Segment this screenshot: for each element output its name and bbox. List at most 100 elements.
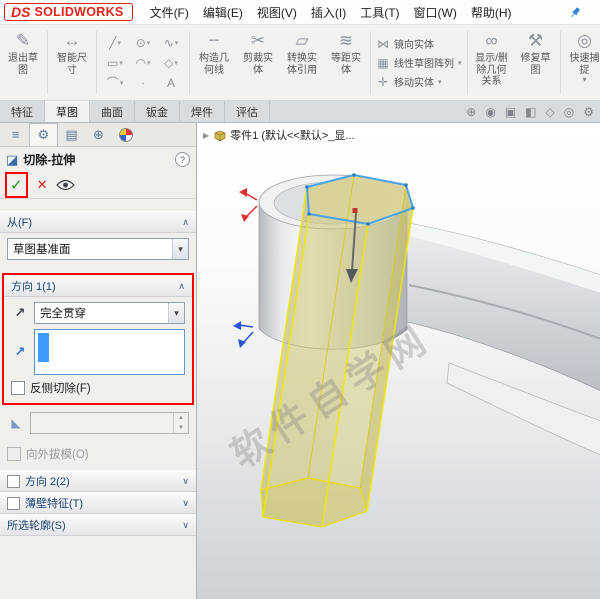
spinner-down-icon: [174, 423, 188, 433]
rectangle-tool-button[interactable]: ▭ ▾: [101, 53, 129, 73]
menu-help[interactable]: 帮助(H): [464, 2, 519, 23]
thin-feature-section-header[interactable]: 薄壁特征(T): [0, 492, 196, 514]
cancel-x-icon: [37, 177, 48, 192]
thin-feature-checkbox[interactable]: [7, 496, 20, 510]
quick-snaps-button[interactable]: ◎ 快速捕 捉 ▾: [563, 27, 600, 98]
tab-surfaces[interactable]: 曲面: [90, 101, 135, 122]
offset-entities-icon: ≋: [338, 31, 354, 50]
point-icon: ∙: [141, 75, 145, 90]
display-delete-relations-button[interactable]: ∞ 显示/删 除几何 关系: [470, 27, 514, 98]
ok-button[interactable]: [10, 176, 23, 194]
draft-angle-icon: [7, 416, 25, 430]
zoom-fit-icon[interactable]: ⊕: [466, 106, 476, 118]
cancel-button[interactable]: [37, 177, 48, 193]
start-condition-select[interactable]: 草图基准面: [7, 238, 189, 260]
selection-bar: [38, 333, 49, 362]
panel-spacer: [0, 199, 196, 211]
breadcrumb-text: 零件1 (默认<<默认>_显...: [230, 130, 355, 142]
direction-reference-icon: [11, 343, 29, 361]
tab-dimxpert[interactable]: ⊕: [85, 123, 112, 146]
menu-insert[interactable]: 插入(I): [304, 2, 353, 23]
preview-eye-button[interactable]: [56, 179, 76, 191]
draft-outward-label: 向外拔模(O): [26, 449, 89, 461]
help-icon[interactable]: ?: [175, 152, 190, 167]
end-condition-value: 完全贯穿: [40, 308, 86, 320]
draft-row: [0, 412, 196, 434]
direction2-checkbox[interactable]: [7, 474, 20, 488]
direction1-section-header[interactable]: 方向 1(1): [4, 275, 192, 297]
checkbox-icon: [7, 447, 21, 461]
ribbon-separator: [370, 31, 371, 94]
tab-configuration-manager[interactable]: ▤: [58, 123, 85, 146]
flyout-arrow-icon: ▾: [146, 39, 151, 47]
tab-features[interactable]: 特征: [0, 101, 45, 122]
mirror-entities-button[interactable]: ⋈ 镜向实体: [376, 35, 462, 52]
direction2-section-header[interactable]: 方向 2(2): [0, 470, 196, 492]
exit-sketch-button[interactable]: ✎ 退出草 图: [1, 27, 45, 98]
trim-entities-button[interactable]: ✂ 剪裁实 体: [236, 27, 280, 98]
start-condition-value: 草图基准面: [13, 244, 71, 256]
graphics-area[interactable]: 软件自学网 零件1 (默认<<默认>_显...: [197, 123, 600, 599]
section-view-icon[interactable]: ▣: [505, 106, 516, 118]
previous-view-icon[interactable]: ◉: [485, 106, 495, 118]
draft-outward-checkbox: 向外拔模(O): [0, 446, 196, 462]
arc-tool-button[interactable]: ◠ ▾: [129, 53, 157, 73]
circle-tool-button[interactable]: ⊙ ▾: [129, 33, 157, 53]
main-area: ≡ ⚙ ▤ ⊕ 切除-拉伸 ?: [0, 123, 600, 599]
end-condition-select[interactable]: 完全贯穿: [34, 302, 185, 324]
polygon-icon: ◇: [164, 55, 174, 70]
tab-weldments[interactable]: 焊件: [180, 101, 225, 122]
repair-sketch-button[interactable]: ⚒ 修复草 图: [514, 27, 558, 98]
tab-evaluate[interactable]: 评估: [225, 101, 270, 122]
construction-geometry-button[interactable]: ╌ 构造几 何线: [192, 27, 236, 98]
ok-cancel-row: [0, 172, 196, 199]
model-canvas[interactable]: [197, 123, 600, 599]
flip-side-checkbox[interactable]: 反侧切除(F): [11, 380, 185, 396]
polygon-tool-button[interactable]: ◇ ▾: [157, 53, 185, 73]
point-tool-button[interactable]: ∙: [129, 73, 157, 93]
reverse-direction-icon[interactable]: [11, 304, 29, 322]
spinner-buttons: [173, 413, 188, 433]
linear-pattern-button[interactable]: ▦ 线性草图阵列 ▾: [376, 54, 461, 71]
ribbon-separator: [96, 31, 97, 94]
ok-check-icon: [10, 178, 23, 193]
expand-chevron-icon: [182, 498, 189, 509]
from-section-body: 草图基准面: [0, 233, 196, 267]
ellipse-tool-button[interactable]: ⌒ ▾: [101, 73, 129, 93]
pin-menu-icon[interactable]: [569, 6, 582, 19]
spline-tool-button[interactable]: ∿ ▾: [157, 33, 185, 53]
ribbon-separator: [189, 31, 190, 94]
selected-contours-section-header[interactable]: 所选轮廓(S): [0, 514, 196, 536]
tab-feature-manager[interactable]: ≡: [2, 123, 29, 146]
smart-dimension-button[interactable]: ↔ 智能尺 寸: [50, 27, 94, 98]
breadcrumb[interactable]: 零件1 (默认<<默认>_显...: [203, 127, 355, 143]
property-manager-panel: ≡ ⚙ ▤ ⊕ 切除-拉伸 ?: [0, 123, 197, 599]
convert-entities-button[interactable]: ▱ 转换实 体引用: [280, 27, 324, 98]
from-section-header[interactable]: 从(F): [0, 211, 196, 233]
line-tool-button[interactable]: ╱ ▾: [101, 33, 129, 53]
menu-edit[interactable]: 编辑(E): [196, 2, 250, 23]
offset-entities-button[interactable]: ≋ 等距实 体: [324, 27, 368, 98]
hide-show-items-icon[interactable]: ◎: [564, 106, 574, 118]
text-tool-button[interactable]: A: [157, 73, 185, 93]
tree-expand-icon[interactable]: [203, 129, 209, 141]
sketch-entities-grid: ╱ ▾ ⊙ ▾ ∿ ▾ ▭ ▾ ◠ ▾ ◇ ▾ ⌒ ▾ ∙ A: [99, 27, 187, 98]
tab-sheet-metal[interactable]: 钣金: [135, 101, 180, 122]
move-entities-button[interactable]: ✛ 移动实体 ▾: [376, 73, 462, 90]
pattern-tools-stack: ⋈ 镜向实体 ▦ 线性草图阵列 ▾ ✛ 移动实体 ▾: [373, 27, 465, 98]
ribbon-separator: [47, 31, 48, 94]
tab-property-manager[interactable]: ⚙: [29, 123, 58, 146]
tab-sketch[interactable]: 草图: [45, 101, 90, 122]
direction-reference-listbox[interactable]: [34, 329, 185, 375]
tab-display-manager[interactable]: [112, 123, 139, 146]
view-orientation-icon[interactable]: ◧: [525, 106, 536, 118]
panel-tab-bar: ≡ ⚙ ▤ ⊕: [0, 123, 196, 147]
menu-file[interactable]: 文件(F): [143, 2, 196, 23]
view-settings-icon[interactable]: ⚙: [583, 106, 594, 118]
display-style-icon[interactable]: ◇: [546, 106, 555, 118]
logo-text: SOLIDWORKS: [34, 5, 124, 19]
menu-tools[interactable]: 工具(T): [353, 2, 406, 23]
menu-window[interactable]: 窗口(W): [407, 2, 464, 23]
menu-view[interactable]: 视图(V): [250, 2, 304, 23]
flyout-arrow-icon: ▾: [582, 75, 587, 84]
